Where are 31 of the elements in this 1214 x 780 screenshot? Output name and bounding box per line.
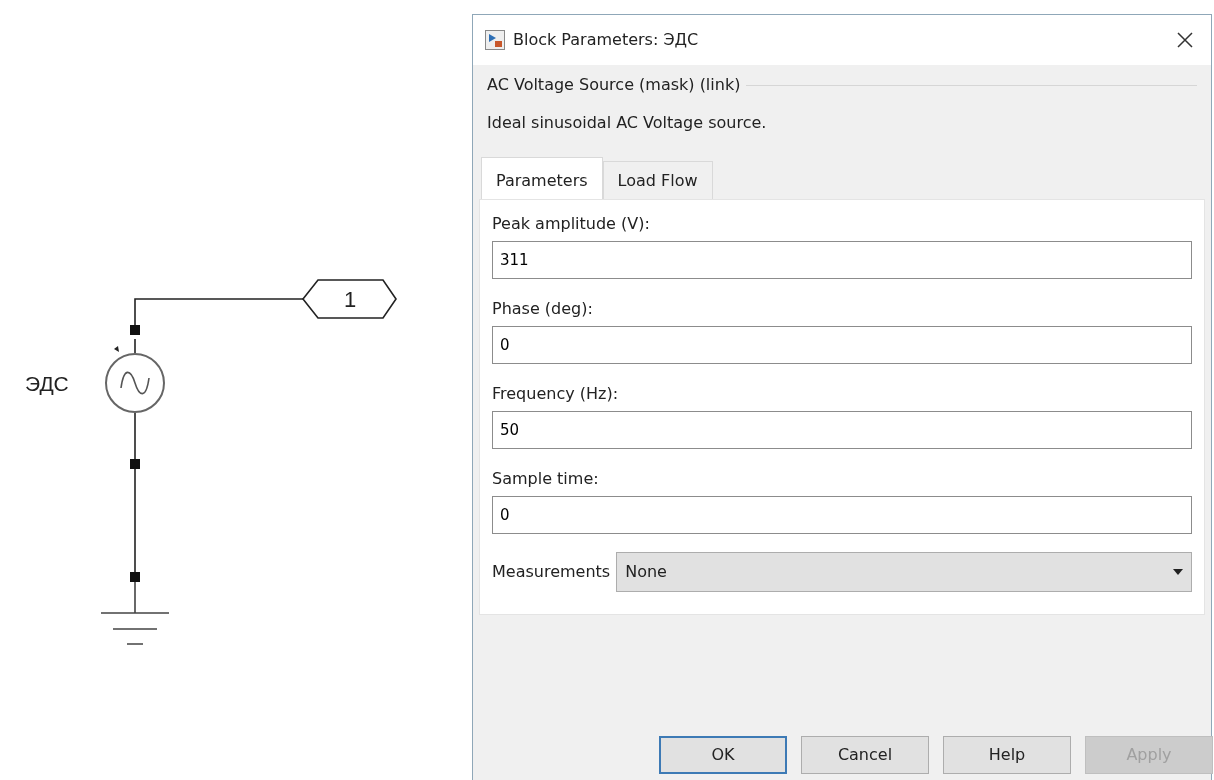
- measurements-dropdown[interactable]: None: [616, 552, 1192, 592]
- tab[interactable]: Parameters: [481, 157, 603, 199]
- input-field[interactable]: 0: [492, 496, 1192, 534]
- dialog-button[interactable]: Cancel: [801, 736, 929, 774]
- input-field[interactable]: 0: [492, 326, 1192, 364]
- field-label: Peak amplitude (V):: [492, 213, 651, 235]
- input-field[interactable]: 50: [492, 411, 1192, 449]
- tab[interactable]: Load Flow: [602, 161, 713, 199]
- field-label: Frequency (Hz):: [492, 383, 620, 405]
- block-description: Ideal sinusoidal AC Voltage source.: [487, 112, 768, 134]
- goto-tag-label: 1: [343, 287, 357, 312]
- dropdown-arrow-icon: [1173, 569, 1183, 575]
- ac-source-symbol: [105, 353, 165, 413]
- ground-icon: [100, 581, 170, 645]
- field-label: Sample time:: [492, 468, 600, 490]
- mask-header: AC Voltage Source (mask) (link): [487, 74, 741, 96]
- input-field[interactable]: 311: [492, 241, 1192, 279]
- wire: [134, 412, 136, 461]
- close-icon: [1177, 32, 1193, 48]
- window-title: Block Parameters: ЭДС: [513, 29, 699, 51]
- port-icon: [130, 572, 140, 582]
- polarity-mark-icon: [114, 346, 119, 352]
- block-icon: [485, 30, 505, 50]
- measurements-label: Measurements: [492, 561, 611, 583]
- port-icon: [130, 325, 140, 335]
- field-label: Phase (deg):: [492, 298, 594, 320]
- block-label: ЭДС: [25, 372, 69, 395]
- dialog-button[interactable]: Help: [943, 736, 1071, 774]
- wire: [134, 338, 136, 354]
- dialog-button[interactable]: OK: [659, 736, 787, 774]
- port-icon: [130, 459, 140, 469]
